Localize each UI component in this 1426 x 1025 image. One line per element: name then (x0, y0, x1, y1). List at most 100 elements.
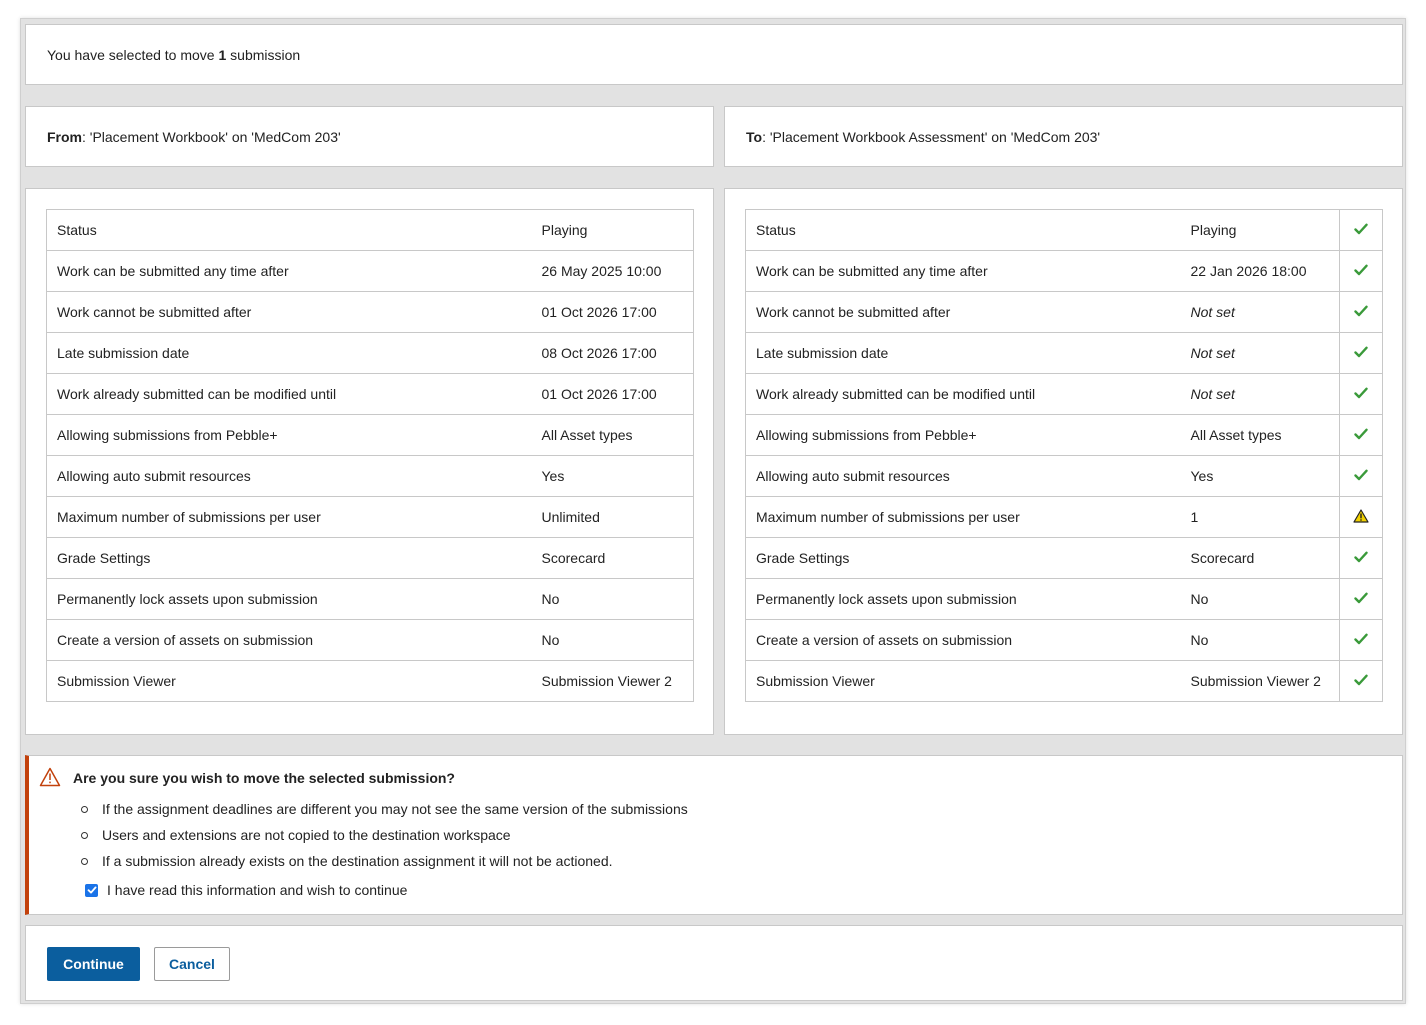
check-icon (1354, 550, 1368, 567)
status-cell (1339, 291, 1383, 333)
destination-assignment: To: 'Placement Workbook Assessment' on '… (724, 106, 1403, 167)
alert-title: Are you sure you wish to move the select… (73, 770, 455, 786)
table-row: Work cannot be submitted after 01 Oct 202… (46, 291, 694, 333)
table-row: Late submission date 08 Oct 2026 17:00 (46, 332, 694, 374)
setting-label: Allowing submissions from Pebble+ (745, 414, 1181, 456)
continue-button[interactable]: Continue (47, 947, 140, 981)
setting-label: Allowing auto submit resources (46, 455, 532, 497)
status-cell (1339, 209, 1383, 251)
confirm-label: I have read this information and wish to… (107, 882, 408, 898)
setting-label: Grade Settings (745, 537, 1181, 579)
table-row: Allowing auto submit resources Yes (46, 455, 694, 497)
source-settings-table: Status Playing Work can be submitted any t… (46, 209, 694, 702)
setting-value: Not set (1180, 291, 1340, 333)
status-cell (1339, 619, 1383, 661)
setting-label: Work already submitted can be modified u… (46, 373, 532, 415)
check-icon (1354, 673, 1368, 690)
table-row: Work already submitted can be modified u… (46, 373, 694, 415)
confirm-checkbox-row[interactable]: I have read this information and wish to… (85, 882, 407, 898)
setting-value: Submission Viewer 2 (531, 660, 694, 702)
setting-value: 1 (1180, 496, 1340, 538)
from-label: From (47, 128, 82, 145)
table-row: Submission Viewer Submission Viewer 2 (46, 660, 694, 702)
setting-value: Yes (531, 455, 694, 497)
from-text: : 'Placement Workbook' on 'MedCom 203' (82, 128, 341, 145)
status-cell (1339, 537, 1383, 579)
setting-label: Create a version of assets on submission (745, 619, 1181, 661)
setting-label: Allowing submissions from Pebble+ (46, 414, 532, 456)
setting-label: Status (46, 209, 532, 251)
setting-label: Allowing auto submit resources (745, 455, 1181, 497)
setting-value: All Asset types (531, 414, 694, 456)
table-row: Work can be submitted any time after 22 J… (745, 250, 1383, 292)
table-row: Grade Settings Scorecard (46, 537, 694, 579)
setting-value: No (531, 619, 694, 661)
table-row: Permanently lock assets upon submission N… (745, 578, 1383, 620)
setting-value: No (531, 578, 694, 620)
setting-value: Not set (1180, 373, 1340, 415)
setting-label: Submission Viewer (745, 660, 1181, 702)
action-bar: Continue Cancel (25, 925, 1403, 1001)
setting-value: Scorecard (1180, 537, 1340, 579)
check-icon (1354, 345, 1368, 362)
table-row: Work can be submitted any time after 26 M… (46, 250, 694, 292)
check-icon (1354, 591, 1368, 608)
check-icon (1354, 386, 1368, 403)
setting-label: Create a version of assets on submission (46, 619, 532, 661)
setting-value: No (1180, 619, 1340, 661)
table-row: Create a version of assets on submission… (46, 619, 694, 661)
warning-icon (1353, 508, 1369, 526)
table-row: Grade Settings Scorecard (745, 537, 1383, 579)
table-row: Allowing submissions from Pebble+ All Ass… (745, 414, 1383, 456)
table-row: Maximum number of submissions per user Un… (46, 496, 694, 538)
setting-value: 08 Oct 2026 17:00 (531, 332, 694, 374)
setting-label: Work cannot be submitted after (46, 291, 532, 333)
summary-prefix: You have selected to move (47, 46, 219, 63)
check-icon (1354, 427, 1368, 444)
table-row: Permanently lock assets upon submission N… (46, 578, 694, 620)
setting-label: Status (745, 209, 1181, 251)
warning-alert: Are you sure you wish to move the select… (25, 755, 1403, 915)
table-row: Work already submitted can be modified u… (745, 373, 1383, 415)
setting-value: No (1180, 578, 1340, 620)
setting-label: Grade Settings (46, 537, 532, 579)
setting-value: Yes (1180, 455, 1340, 497)
check-icon (1354, 304, 1368, 321)
move-submission-dialog: You have selected to move 1 submission F… (20, 18, 1406, 1004)
destination-settings-table: Status Playing Work can be submitted any t… (745, 209, 1383, 702)
warning-icon (39, 767, 61, 790)
table-row: Work cannot be submitted after Not set (745, 291, 1383, 333)
cancel-button[interactable]: Cancel (154, 947, 230, 981)
setting-label: Permanently lock assets upon submission (46, 578, 532, 620)
table-row: Submission Viewer Submission Viewer 2 (745, 660, 1383, 702)
setting-label: Permanently lock assets upon submission (745, 578, 1181, 620)
setting-label: Maximum number of submissions per user (46, 496, 532, 538)
confirm-checkbox[interactable] (85, 883, 98, 897)
setting-value: 01 Oct 2026 17:00 (531, 373, 694, 415)
setting-label: Work can be submitted any time after (46, 250, 532, 292)
setting-label: Work already submitted can be modified u… (745, 373, 1181, 415)
setting-label: Submission Viewer (46, 660, 532, 702)
setting-value: 01 Oct 2026 17:00 (531, 291, 694, 333)
check-icon (1354, 468, 1368, 485)
status-cell (1339, 250, 1383, 292)
check-icon (1354, 222, 1368, 239)
status-cell (1339, 660, 1383, 702)
table-row: Late submission date Not set (745, 332, 1383, 374)
setting-value: 22 Jan 2026 18:00 (1180, 250, 1340, 292)
selection-summary: You have selected to move 1 submission (25, 24, 1403, 85)
source-settings-panel: Status Playing Work can be submitted any t… (25, 188, 714, 735)
list-item: Users and extensions are not copied to t… (81, 822, 688, 848)
table-row: Allowing submissions from Pebble+ All Ass… (46, 414, 694, 456)
check-icon (1354, 632, 1368, 649)
setting-value: 26 May 2025 10:00 (531, 250, 694, 292)
setting-label: Work cannot be submitted after (745, 291, 1181, 333)
summary-suffix: submission (226, 46, 301, 63)
setting-value: All Asset types (1180, 414, 1340, 456)
table-row: Status Playing (745, 209, 1383, 251)
list-item: If a submission already exists on the de… (81, 848, 688, 874)
table-row: Status Playing (46, 209, 694, 251)
status-cell (1339, 578, 1383, 620)
destination-settings-panel: Status Playing Work can be submitted any t… (724, 188, 1403, 735)
setting-value: Unlimited (531, 496, 694, 538)
